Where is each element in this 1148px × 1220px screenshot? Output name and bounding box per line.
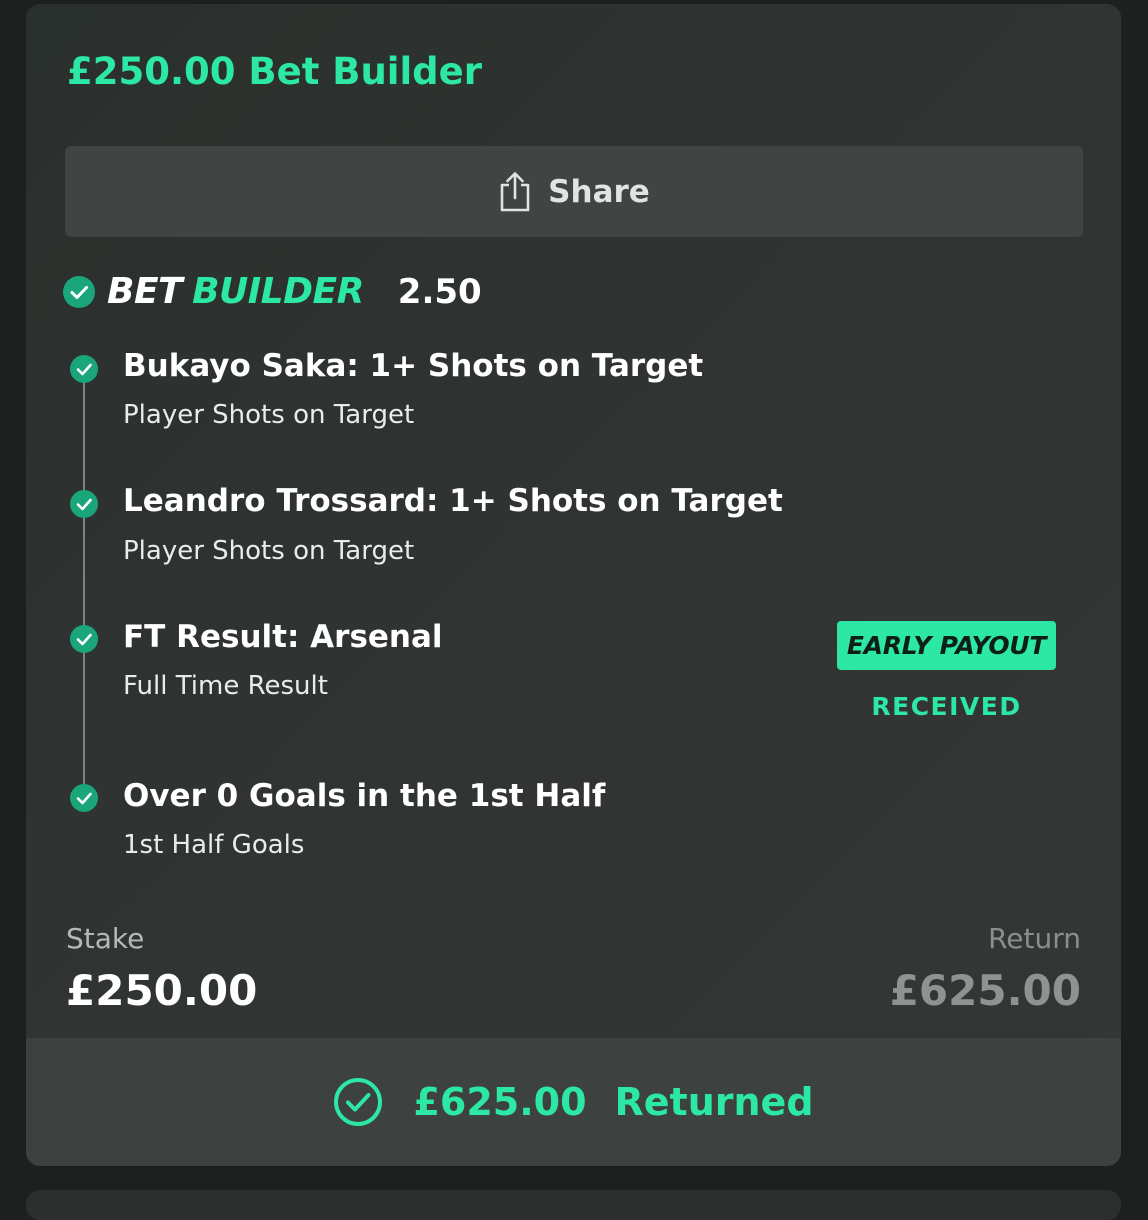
check-circle-icon — [70, 625, 98, 653]
early-payout-status: RECEIVED — [871, 692, 1022, 721]
leg-title: Over 0 Goals in the 1st Half — [123, 778, 606, 814]
leg-title: Leandro Trossard: 1+ Shots on Target — [123, 483, 783, 519]
share-label: Share — [548, 173, 650, 210]
stake-label: Stake — [66, 922, 145, 955]
returned-label: Returned — [614, 1080, 814, 1124]
bet-builder-word-builder: BUILDER — [192, 271, 364, 312]
next-card-edge — [26, 1190, 1121, 1220]
stake-value: £250.00 — [66, 966, 258, 1015]
share-button[interactable]: Share — [65, 146, 1083, 237]
returned-amount: £625.00 — [413, 1080, 587, 1124]
returned-bar: £625.00 Returned — [26, 1038, 1121, 1166]
check-circle-outline-icon — [334, 1078, 383, 1126]
early-payout-badge: EARLY PAYOUT — [837, 621, 1056, 670]
check-circle-icon — [63, 275, 95, 308]
share-icon — [498, 171, 532, 213]
bet-odds: 2.50 — [397, 271, 482, 312]
leg-title: FT Result: Arsenal — [123, 619, 443, 655]
bet-builder-header: BET BUILDER 2.50 — [63, 271, 482, 312]
check-circle-icon — [70, 355, 98, 383]
bet-title: £250.00 Bet Builder — [67, 50, 483, 93]
leg-subtitle: 1st Half Goals — [123, 830, 305, 860]
leg-title: Bukayo Saka: 1+ Shots on Target — [123, 348, 704, 384]
leg-subtitle: Player Shots on Target — [123, 400, 415, 430]
bet-card: £250.00 Bet Builder Share BET BUILDER 2.… — [26, 4, 1121, 1166]
check-circle-icon — [70, 490, 98, 518]
check-circle-icon — [70, 784, 98, 812]
legs-timeline — [83, 370, 85, 800]
leg-subtitle: Full Time Result — [123, 671, 328, 701]
return-label: Return — [988, 922, 1081, 955]
return-value: £625.00 — [889, 966, 1081, 1015]
bet-builder-word-bet: BET — [107, 271, 183, 312]
leg-subtitle: Player Shots on Target — [123, 536, 415, 566]
